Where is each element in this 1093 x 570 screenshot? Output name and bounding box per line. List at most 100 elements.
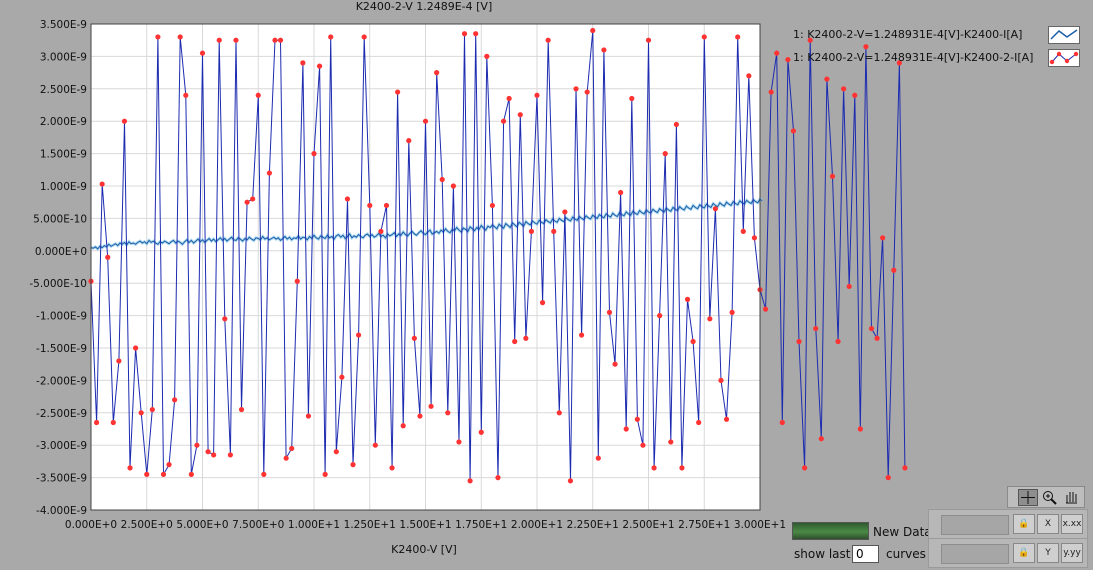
series-2-point — [183, 92, 189, 98]
x-tick-label: 2.000E+1 — [511, 519, 563, 531]
series-2-point — [768, 89, 774, 95]
series-2-point — [177, 34, 183, 40]
series-2-point — [495, 475, 501, 481]
y-autoscale-button[interactable]: Y — [1037, 543, 1059, 563]
series-2-point — [339, 374, 345, 380]
legend-swatch-markers-icon[interactable] — [1048, 49, 1080, 67]
series-2-point — [93, 419, 100, 426]
series-2-point — [305, 413, 312, 419]
y-tick-label: -5.000E-10 — [29, 278, 87, 290]
series-2-point — [668, 439, 674, 445]
series-2-point — [250, 196, 256, 202]
x-format-button[interactable]: x.xx — [1061, 514, 1083, 534]
series-2-point — [545, 37, 551, 43]
series-2-point — [383, 202, 390, 209]
y-scale-panel: 🔒 Y y.yy — [928, 538, 1088, 568]
series-2-point — [222, 316, 228, 322]
series-2-point — [238, 406, 245, 413]
series-2-point — [579, 332, 585, 338]
series-2-point — [556, 410, 562, 416]
series-2-point — [679, 465, 685, 471]
legend-swatch-line-icon[interactable] — [1048, 26, 1080, 44]
series-2-point — [618, 189, 624, 196]
series-2-point — [417, 413, 423, 419]
series-2-point — [562, 209, 568, 215]
series-2-point — [551, 228, 557, 234]
series-2-point — [606, 309, 613, 315]
series-2-point — [506, 95, 512, 102]
series-2-point — [528, 228, 535, 234]
series-2-point — [880, 235, 886, 241]
series-2-point — [640, 442, 646, 448]
y-tick-label: -4.000E-9 — [36, 505, 87, 517]
series-2-point — [467, 478, 473, 484]
x-tick-label: 0.000E+0 — [65, 519, 117, 531]
series-2-point — [233, 37, 239, 43]
series-2-point — [211, 452, 217, 458]
series-2-point — [116, 358, 122, 364]
x-lock-icon[interactable]: 🔒 — [1013, 514, 1035, 534]
zoom-icon[interactable] — [1040, 489, 1060, 506]
series-2-point — [227, 452, 233, 458]
series-2-point — [751, 235, 758, 241]
series-2-point — [774, 50, 780, 56]
y-tick-label: -3.500E-9 — [36, 473, 87, 485]
legend-item-2-label: 1: K2400-2-V=1.248931E-4[V]-K2400-2-I[A] — [793, 51, 1034, 64]
series-2-point — [216, 37, 222, 43]
pan-hand-icon[interactable] — [1062, 489, 1082, 506]
series-2-point — [261, 471, 267, 477]
series-2-point — [868, 325, 875, 332]
cursor-crosshair-icon[interactable] — [1018, 489, 1038, 506]
series-2-point — [601, 47, 607, 53]
series-2-point — [149, 406, 155, 413]
series-2-point — [829, 173, 836, 179]
series-2-point — [874, 335, 880, 341]
series-2-point — [500, 118, 507, 124]
series-2-point — [802, 465, 808, 471]
series-2-point — [311, 151, 317, 157]
series-2-point — [255, 92, 261, 98]
series-2-point — [144, 471, 150, 477]
series-2-point — [450, 183, 456, 189]
y-tick-label: 2.500E-9 — [40, 84, 87, 96]
series-2-point — [813, 325, 819, 332]
series-2-point — [534, 92, 540, 98]
show-last-label: show last — [794, 547, 851, 561]
series-2-point — [712, 206, 719, 212]
series-2-point — [790, 128, 797, 134]
series-2-point — [333, 449, 339, 455]
y-format-button[interactable]: y.yy — [1061, 543, 1083, 563]
series-2-point — [434, 70, 440, 76]
x-autoscale-button[interactable]: X — [1037, 514, 1059, 534]
series-2-point — [160, 471, 167, 477]
y-tick-label: 0.000E+0 — [35, 246, 87, 258]
y-scale-name-field — [941, 544, 1009, 564]
series-2-point — [584, 89, 590, 95]
y-tick-label: -2.500E-9 — [36, 408, 87, 420]
series-2-point — [272, 37, 278, 43]
series-2-point — [891, 267, 897, 273]
curves-label: curves — [886, 547, 926, 561]
series-2-point — [411, 335, 417, 341]
series-2-point — [244, 199, 250, 205]
series-2-point — [428, 403, 434, 409]
show-last-input[interactable]: 0 — [852, 545, 879, 563]
x-tick-label: 2.500E+1 — [622, 519, 674, 531]
series-2-point — [662, 151, 668, 157]
series-2-point — [779, 419, 785, 426]
x-tick-label: 1.500E+1 — [399, 519, 451, 531]
series-2-point — [105, 254, 111, 260]
series-2-point — [818, 436, 824, 442]
y-lock-icon[interactable]: 🔒 — [1013, 543, 1035, 563]
x-tick-label: 1.000E+1 — [288, 519, 340, 531]
series-2-point — [857, 426, 863, 432]
series-2-point — [350, 462, 356, 468]
y-tick-label: 1.000E-9 — [40, 181, 87, 193]
series-2-point — [673, 121, 679, 128]
series-2-point — [690, 338, 696, 345]
series-2-point — [199, 50, 206, 56]
x-tick-label: 2.750E+1 — [678, 519, 730, 531]
graph-top-label: K2400-2-V 1.2489E-4 [V] — [356, 0, 493, 13]
series-2-point — [473, 31, 479, 37]
series-2-point — [539, 300, 546, 306]
